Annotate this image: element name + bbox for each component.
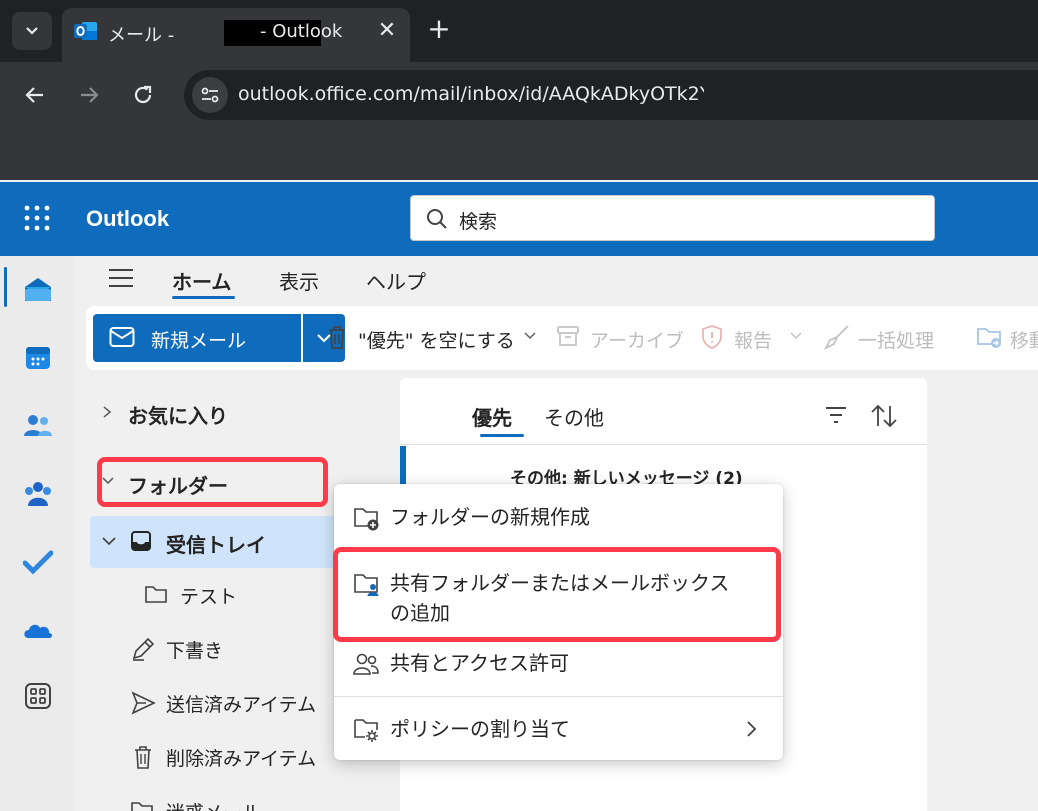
- rail-onedrive[interactable]: [18, 610, 58, 650]
- people-icon: [353, 653, 379, 675]
- mail-icon: [109, 327, 135, 347]
- chevron-right-icon: [747, 721, 757, 737]
- folder-add-icon: [354, 508, 379, 531]
- outlook-favicon-icon: [74, 22, 97, 40]
- forward-icon[interactable]: [72, 78, 106, 112]
- tab-focused-underline: [480, 434, 524, 437]
- folder-gear-icon: [354, 719, 378, 742]
- drafts-label: 下書き: [166, 640, 224, 662]
- todo-check-icon: [23, 550, 53, 575]
- inbox-icon: [131, 531, 151, 551]
- empty-focused-label: "優先" を空にする: [358, 330, 515, 352]
- sort-icon[interactable]: [870, 404, 898, 428]
- policy-label: ポリシーの割り当て: [390, 717, 570, 741]
- rail-calendar[interactable]: [18, 338, 58, 378]
- test-label: テスト: [180, 586, 238, 608]
- browser-tabstrip: メール - - Outlook ✕ +: [0, 0, 1038, 62]
- calendar-icon: [26, 347, 50, 369]
- sweep-label: 一括処理: [858, 330, 935, 352]
- menu-item-new-folder[interactable]: フォルダーの新規作成: [334, 502, 783, 542]
- app-rail: [0, 256, 74, 811]
- list-divider: [400, 444, 927, 445]
- shield-alert-icon: [702, 325, 722, 349]
- send-icon: [131, 691, 156, 715]
- rail-mail[interactable]: [18, 270, 58, 310]
- outlook-topbar: Outlook 検索: [0, 182, 1038, 256]
- new-tab-icon[interactable]: +: [424, 14, 454, 44]
- back-icon[interactable]: [18, 78, 52, 112]
- folder-icon: [131, 802, 153, 811]
- tab-other[interactable]: その他: [544, 402, 604, 431]
- hamburger-menu-icon[interactable]: [108, 268, 134, 288]
- groups-icon: [25, 482, 51, 506]
- search-placeholder: 検索: [459, 211, 498, 233]
- report-label: 報告: [734, 330, 773, 352]
- trash-icon: [329, 326, 345, 349]
- rail-people[interactable]: [18, 406, 58, 446]
- people-icon: [24, 415, 52, 436]
- chevron-down-icon: [102, 537, 116, 546]
- new-mail-button[interactable]: 新規メール: [93, 314, 301, 362]
- archive-label: アーカイブ: [590, 330, 684, 352]
- site-info-icon[interactable]: [192, 77, 228, 113]
- tab-focused[interactable]: 優先: [472, 402, 512, 431]
- menu-separator: [334, 696, 783, 697]
- chevron-down-icon: [524, 332, 536, 340]
- menu-item-sharing-permissions[interactable]: 共有とアクセス許可: [334, 648, 783, 688]
- sent-label: 送信済みアイテム: [166, 694, 317, 716]
- sharing-label: 共有とアクセス許可: [390, 651, 569, 675]
- pencil-icon: [132, 637, 155, 661]
- app-launcher-icon[interactable]: [24, 205, 50, 231]
- chevron-down-icon: [26, 27, 38, 35]
- tab-view[interactable]: 表示: [279, 266, 319, 295]
- new-mail-label: 新規メール: [151, 330, 247, 352]
- tab-title-prefix: メール -: [108, 25, 180, 46]
- app-name: Outlook: [86, 206, 170, 231]
- search-icon: [427, 209, 447, 229]
- tab-close-icon[interactable]: ✕: [374, 18, 400, 44]
- highlight-box-add-shared: [333, 547, 781, 642]
- folder-move-icon: [977, 328, 1001, 348]
- address-bar[interactable]: outlook.office.com/mail/inbox/id/AAQkADk…: [184, 70, 1038, 120]
- tab-home[interactable]: ホーム: [172, 266, 231, 295]
- mail-app-icon: [25, 278, 51, 301]
- reload-icon[interactable]: [126, 78, 160, 112]
- favorites-label: お気に入り: [128, 404, 228, 428]
- tab-title-suffix: - Outlook: [260, 21, 343, 42]
- rail-active-indicator: [4, 267, 7, 307]
- filter-icon[interactable]: [824, 406, 848, 424]
- menu-item-assign-policy[interactable]: ポリシーの割り当て: [334, 714, 783, 754]
- search-box[interactable]: 検索: [410, 195, 935, 241]
- ribbon-toolbar: 新規メール "優先" を空にする アーカイブ 報告 一括処理 移動: [86, 306, 1038, 370]
- move-label: 移動: [1010, 330, 1038, 352]
- browser-tab-outlook[interactable]: メール - - Outlook ✕: [62, 8, 410, 62]
- chevron-down-icon: [790, 332, 802, 340]
- url-text[interactable]: outlook.office.com/mail/inbox/id/AAQkADk…: [238, 83, 704, 105]
- rail-todo[interactable]: [18, 542, 58, 582]
- tab-home-underline: [172, 296, 235, 299]
- folder-icon: [145, 586, 167, 603]
- tab-help[interactable]: ヘルプ: [366, 266, 426, 295]
- highlight-box-folders: [97, 457, 328, 507]
- junk-label: 迷惑メール: [166, 798, 261, 811]
- chevron-right-icon: [103, 406, 112, 418]
- trash-icon: [135, 746, 151, 769]
- new-folder-label: フォルダーの新規作成: [390, 505, 590, 529]
- broom-icon: [824, 325, 849, 350]
- deleted-label: 削除済みアイテム: [166, 748, 317, 770]
- tab-search-button[interactable]: [12, 12, 52, 50]
- apps-grid-icon: [25, 683, 51, 709]
- inbox-label: 受信トレイ: [166, 533, 266, 557]
- onedrive-cloud-icon: [24, 624, 52, 638]
- rail-groups[interactable]: [18, 474, 58, 514]
- archive-icon: [557, 326, 579, 346]
- browser-toolbar: outlook.office.com/mail/inbox/id/AAQkADk…: [0, 62, 1038, 180]
- rail-more-apps[interactable]: [18, 676, 58, 716]
